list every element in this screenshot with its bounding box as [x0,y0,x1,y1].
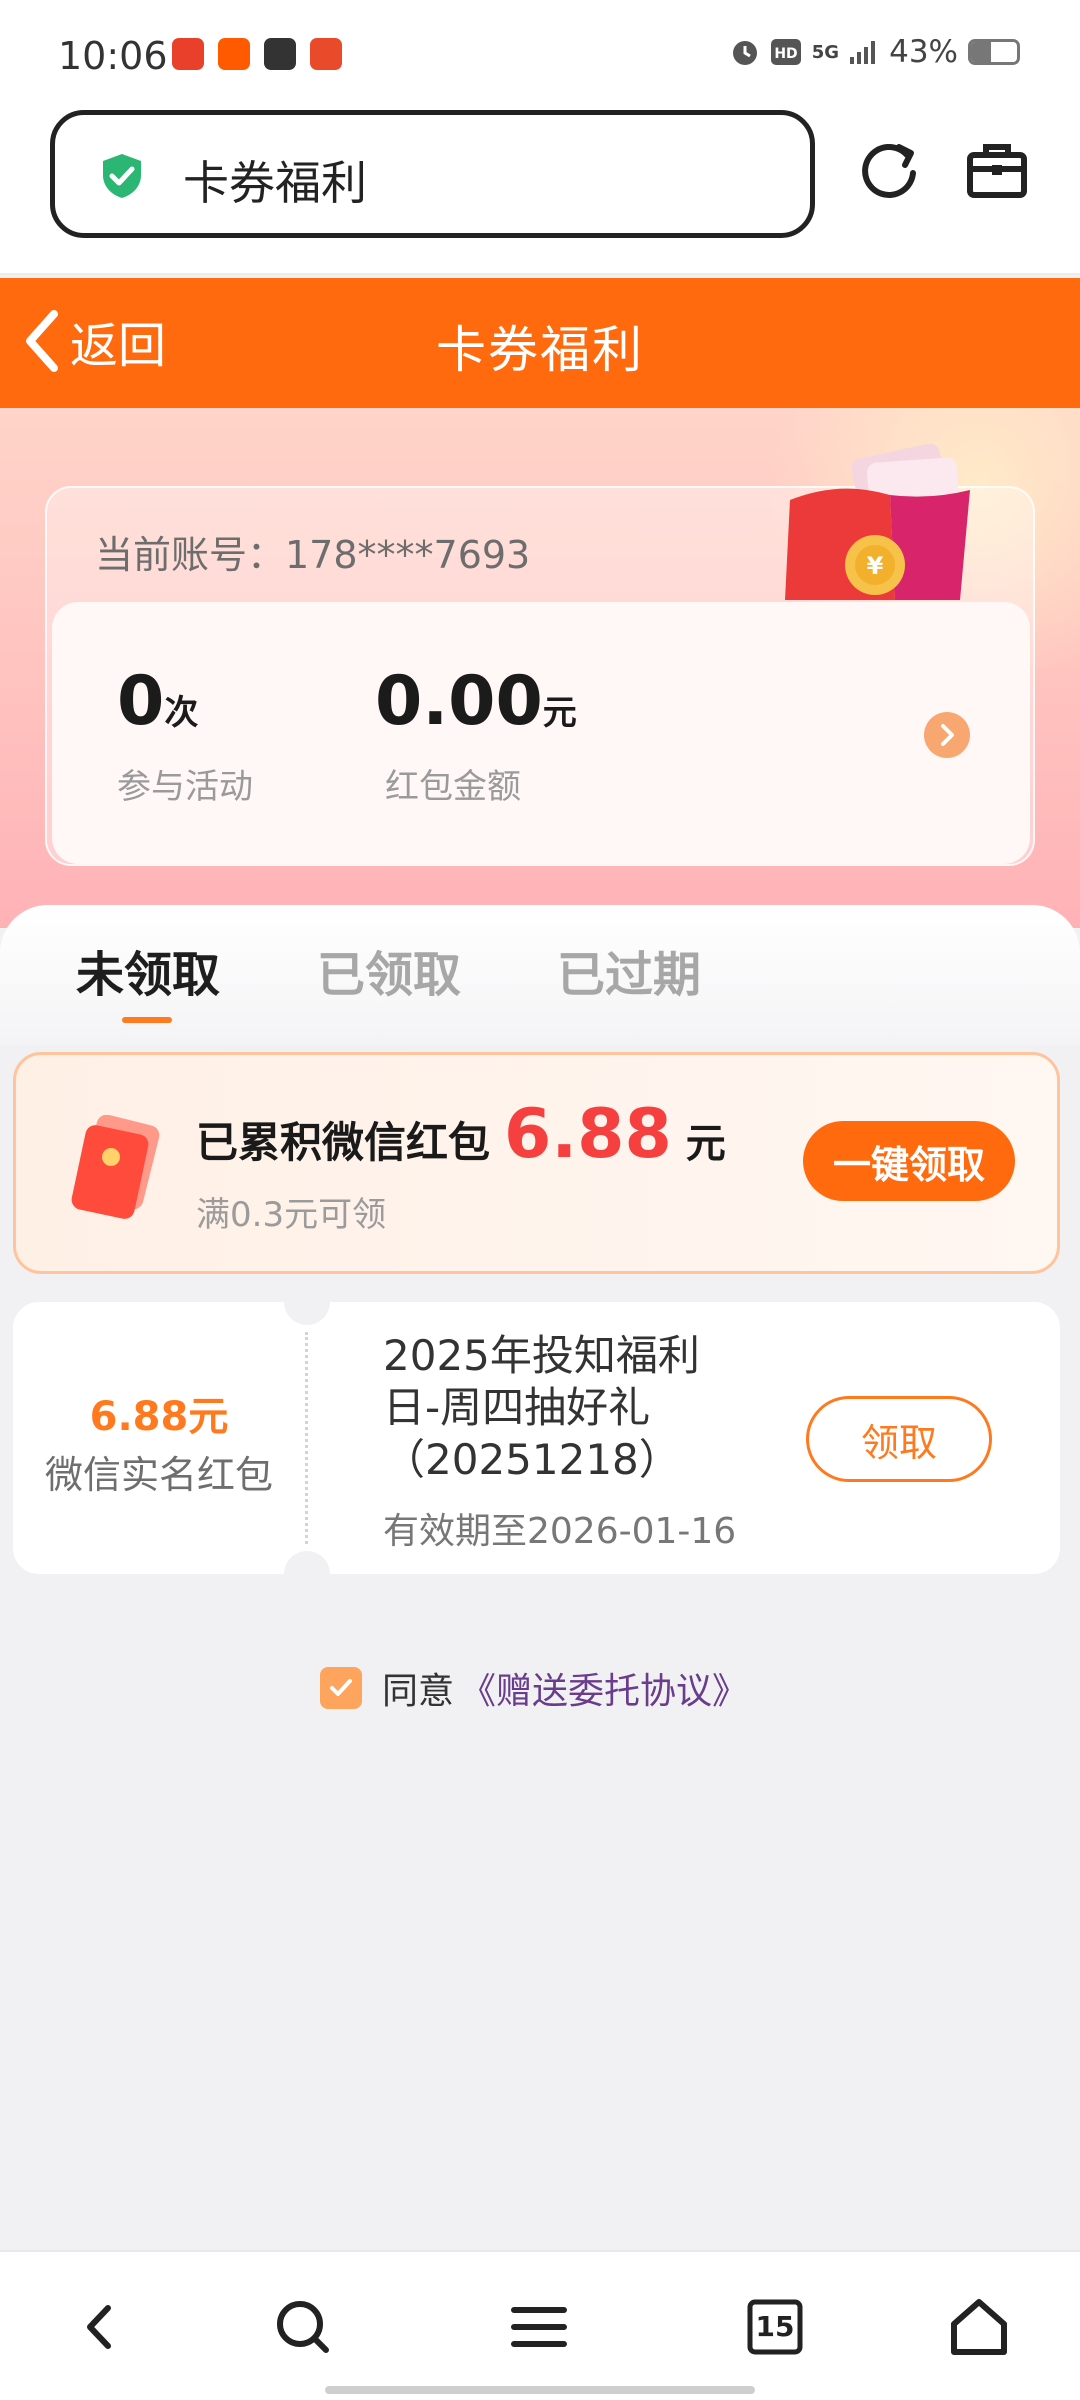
chevron-right-icon [941,724,954,746]
stats-arrow-button[interactable] [924,712,970,758]
checkmark-icon [330,1679,352,1696]
battery-icon [968,39,1020,65]
claim-all-button[interactable]: 一键领取 [803,1121,1015,1201]
accumulated-redpacket-card: 已累积微信红包 6.88 元 满0.3元可领 一键领取 [13,1052,1060,1274]
status-time: 10:06 [58,34,168,78]
coupon-card: 6.88元 微信实名红包 2025年投知福利 日-周四抽好礼 （20251218… [13,1279,1060,1597]
svg-text:¥: ¥ [867,552,884,580]
address-text: 卡券福利 [183,156,367,210]
home-icon[interactable] [944,2292,1014,2362]
coupon-value-block: 6.88元 微信实名红包 [13,1384,305,1499]
network-type: 5G [811,41,840,63]
red-envelope-icon [71,1115,160,1219]
battery-percent: 43% [889,34,958,70]
bottom-navigation: 15 [0,2250,1080,2400]
status-right: HD 5G 43% [730,34,1020,70]
coupon-title-line: 日-周四抽好礼 [383,1383,651,1432]
redpacket-label: 红包金额 [385,767,521,807]
tab-count: 15 [755,2310,795,2343]
participation-unit: 次 [164,693,199,733]
back-icon[interactable] [66,2292,136,2362]
agreement-link[interactable]: 《赠送委托协议》 [460,1662,748,1714]
accumulated-subtitle: 满0.3元可领 [196,1195,387,1235]
page-title: 卡券福利 [436,321,644,379]
signal-icon [850,41,876,64]
coupon-title-line: （20251218） [383,1435,681,1484]
coupon-title-line: 2025年投知福利 [383,1331,700,1380]
refresh-icon[interactable] [855,135,925,205]
participation-stat: 0次 参与活动 [117,662,253,808]
notification-icons [172,38,342,70]
redpacket-unit: 元 [542,693,577,733]
account-label: 当前账号：178****7693 [95,533,531,577]
agreement-text: 同意 [382,1671,455,1712]
search-icon[interactable] [268,2292,338,2362]
accumulated-title: 已累积微信红包 [196,1118,491,1167]
coupon-expiry: 有效期至2026-01-16 [383,1511,737,1552]
participation-label: 参与活动 [117,767,253,807]
page-header: 返回 卡券福利 [0,278,1080,408]
coupon-title: 2025年投知福利 日-周四抽好礼 （20251218） [383,1330,763,1486]
toolbox-icon[interactable] [962,135,1032,205]
alarm-icon [732,41,757,65]
agreement-checkbox[interactable] [320,1667,362,1709]
svg-text:HD: HD [774,46,797,62]
active-tab-indicator [122,1017,172,1023]
taobao-icon [218,38,250,70]
tab-unclaimed[interactable]: 未领取 [76,935,220,1005]
claim-button[interactable]: 领取 [806,1396,992,1482]
coupon-notch-top [284,1279,330,1325]
app-icon-4 [310,38,342,70]
tabs-icon[interactable]: 15 [740,2292,810,2362]
coupon-type: 微信实名红包 [44,1453,273,1497]
tab-expired[interactable]: 已过期 [557,935,701,1005]
browser-toolbar: 卡券福利 [0,110,1080,275]
coupon-divider [305,1332,308,1544]
home-indicator[interactable] [325,2386,755,2394]
hd-icon: HD [770,39,801,65]
redpacket-stat: 0.00元 红包金额 [375,662,577,808]
video-icon [264,38,296,70]
accumulated-title-row: 已累积微信红包 6.88 元 [196,1095,726,1174]
app-icon-1 [172,38,204,70]
agreement-row: 同意 《赠送委托协议》 [320,1662,748,1714]
coupon-amount: 6.88元 [89,1394,229,1440]
address-bar[interactable]: 卡券福利 [50,110,815,238]
status-bar: 10:06 HD 5G 43% [0,0,1080,110]
tab-claimed[interactable]: 已领取 [317,935,461,1005]
menu-icon[interactable] [504,2292,574,2362]
coupon-notch-bottom [284,1551,330,1597]
security-shield-icon [103,154,141,198]
accumulated-amount: 6.88 [504,1095,672,1174]
accumulated-unit: 元 [685,1121,726,1167]
participation-count: 0 [117,662,165,741]
stats-card[interactable]: 0次 参与活动 0.00元 红包金额 [52,602,1030,864]
redpacket-amount: 0.00 [375,662,543,741]
red-envelope-illustration: ¥ [785,443,970,600]
